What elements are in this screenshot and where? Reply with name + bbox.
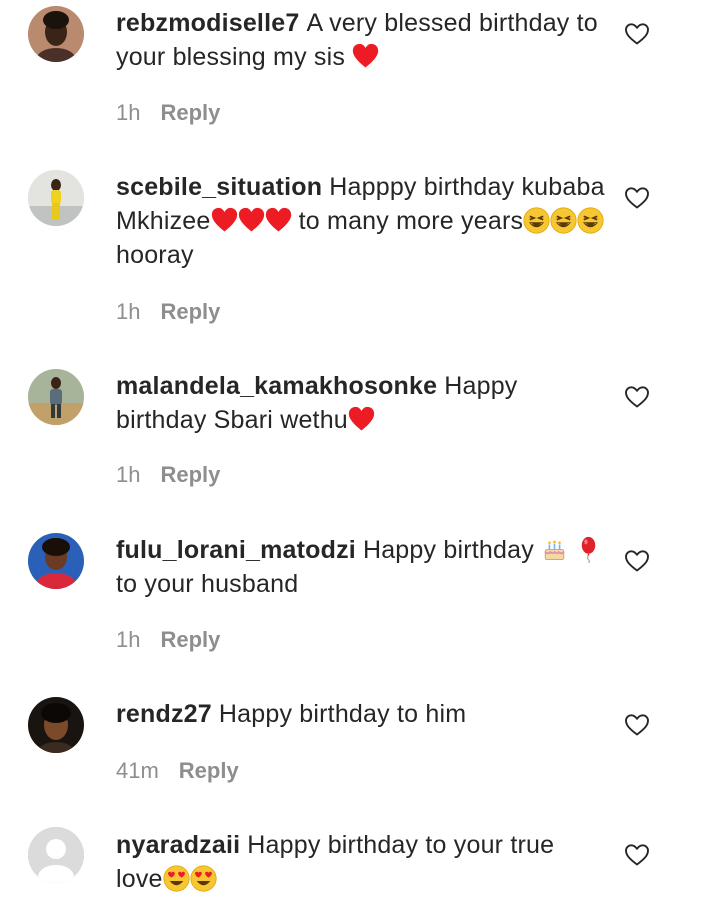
comment-meta: 1h Reply	[116, 299, 220, 325]
reply-button[interactable]: Reply	[160, 627, 220, 653]
heart-outline-icon[interactable]	[624, 385, 652, 411]
timestamp: 41m	[116, 758, 159, 783]
reply-button[interactable]: Reply	[160, 299, 220, 325]
grinning-squinting-emoji	[550, 207, 577, 234]
comment-meta: 1h Reply	[116, 100, 220, 126]
username[interactable]: scebile_situation	[116, 173, 322, 201]
timestamp: 1h	[116, 100, 141, 125]
heart-eyes-emoji	[190, 865, 217, 892]
red-heart-emoji	[211, 207, 238, 234]
timestamp: 1h	[116, 299, 141, 324]
grinning-squinting-emoji	[577, 207, 604, 234]
timestamp: 1h	[116, 627, 141, 652]
reply-button[interactable]: Reply	[160, 462, 220, 488]
comment-text: rendz27 Happy birthday to him	[116, 700, 467, 728]
username[interactable]: rebzmodiselle7	[116, 9, 299, 37]
heart-eyes-emoji	[163, 865, 190, 892]
reply-button[interactable]: Reply	[179, 758, 239, 784]
comment-meta: 1h Reply	[116, 462, 220, 488]
avatar[interactable]	[28, 6, 84, 62]
comment-meta: 1h Reply	[116, 627, 220, 653]
balloon-emoji	[575, 536, 602, 563]
reply-button[interactable]: Reply	[160, 100, 220, 126]
heart-outline-icon[interactable]	[624, 843, 652, 869]
avatar[interactable]	[28, 170, 84, 226]
comment-text: scebile_situation Happpy birthday kubaba …	[116, 173, 605, 269]
red-heart-emoji	[352, 43, 379, 70]
avatar[interactable]	[28, 533, 84, 589]
birthday-cake-emoji	[541, 536, 568, 563]
red-heart-emoji	[238, 207, 265, 234]
heart-outline-icon[interactable]	[624, 713, 652, 739]
comment-text: fulu_lorani_matodzi Happy birthday to you…	[116, 533, 606, 601]
comment-text: rebzmodiselle7 A very blessed birthday to…	[116, 9, 598, 71]
username[interactable]: nyaradzaii	[116, 831, 240, 859]
timestamp: 1h	[116, 462, 141, 487]
comment-meta: 41m Reply	[116, 758, 239, 784]
username[interactable]: malandela_kamakhosonke	[116, 372, 437, 400]
comment-text: malandela_kamakhosonke Happy birthday Sba…	[116, 372, 518, 434]
heart-outline-icon[interactable]	[624, 22, 652, 48]
red-heart-emoji	[265, 207, 292, 234]
avatar[interactable]	[28, 827, 84, 883]
red-heart-emoji	[348, 406, 375, 433]
avatar[interactable]	[28, 369, 84, 425]
heart-outline-icon[interactable]	[624, 186, 652, 212]
grinning-squinting-emoji	[523, 207, 550, 234]
comment-text: nyaradzaii Happy birthday to your true lo…	[116, 831, 555, 893]
avatar[interactable]	[28, 697, 84, 753]
heart-outline-icon[interactable]	[624, 549, 652, 575]
username[interactable]: fulu_lorani_matodzi	[116, 536, 356, 564]
username[interactable]: rendz27	[116, 700, 212, 728]
